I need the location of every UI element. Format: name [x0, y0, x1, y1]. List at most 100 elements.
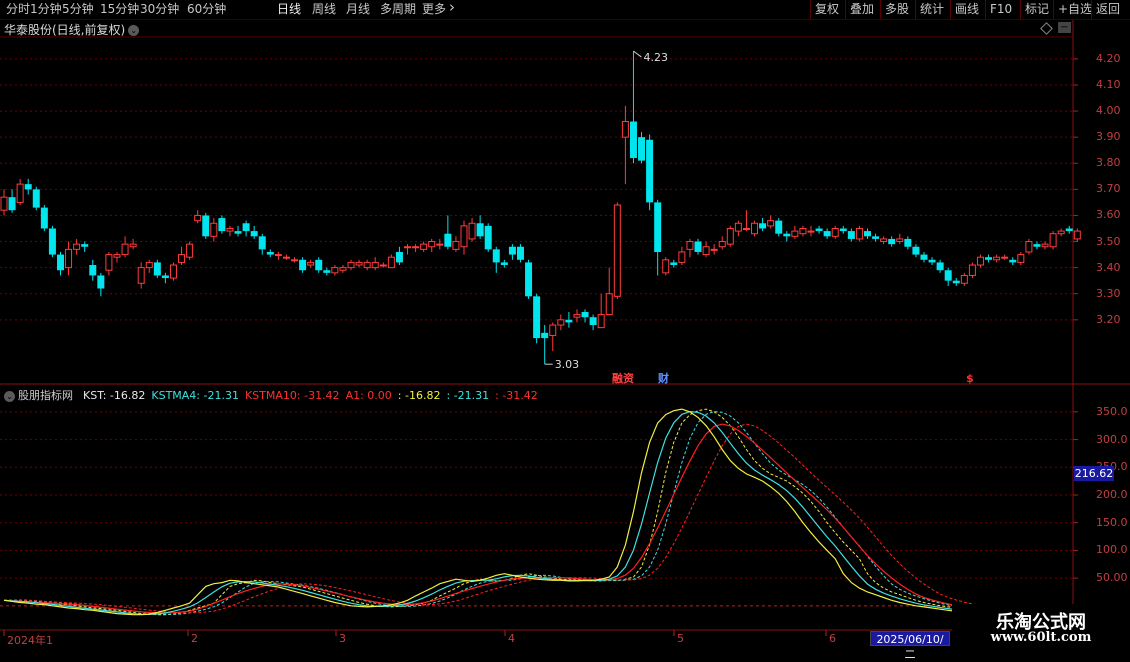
chart-frame	[0, 20, 1130, 650]
candle	[791, 225, 799, 239]
candle	[500, 259, 508, 268]
candle	[872, 233, 880, 242]
candle	[541, 325, 549, 365]
candle	[783, 231, 791, 242]
candle-body	[323, 270, 331, 273]
price-axis-label: 3.90	[1096, 130, 1121, 144]
candle-body	[896, 238, 904, 243]
candle-body	[161, 275, 169, 279]
candles	[0, 51, 1081, 365]
candle-body	[299, 259, 307, 271]
event-marker: 融资	[612, 371, 634, 385]
candle-body	[97, 275, 105, 289]
candle	[855, 225, 863, 242]
candle-body	[1057, 230, 1065, 235]
candle-body	[968, 264, 976, 276]
candle-body	[468, 222, 476, 240]
candle	[702, 241, 710, 258]
indicator-value: : -31.42	[495, 389, 538, 402]
candle	[339, 265, 347, 273]
candle	[1009, 257, 1017, 266]
watermark: 乐淘公式网 www.60lt.com	[952, 604, 1130, 650]
candle-body	[621, 121, 629, 138]
candle	[629, 51, 637, 164]
candle	[751, 220, 759, 237]
candle	[880, 236, 888, 245]
candle-body	[404, 246, 411, 249]
candle	[48, 225, 56, 258]
candle	[1001, 254, 1009, 260]
candle	[896, 233, 904, 245]
candle-body	[638, 137, 646, 161]
candle	[742, 210, 750, 232]
price-axis-label: 3.20	[1096, 312, 1121, 326]
candle-body	[985, 257, 993, 260]
candle	[662, 257, 670, 276]
candle	[307, 259, 315, 268]
price-axis-label: 3.30	[1096, 286, 1121, 300]
candle	[145, 259, 153, 273]
indicator-value: A1: 0.00	[345, 389, 392, 402]
candle	[863, 228, 871, 239]
candle-body	[145, 261, 153, 269]
kline-chart: 4.23 3.03 融资 财 $	[0, 20, 1130, 650]
candle	[726, 225, 734, 247]
candle-body	[791, 230, 799, 237]
candle	[266, 249, 274, 258]
candle-body	[412, 246, 420, 249]
candle	[0, 189, 8, 216]
candle-body	[525, 262, 533, 297]
candle	[847, 228, 855, 242]
candle	[371, 257, 379, 271]
candle	[888, 236, 896, 247]
candle	[460, 220, 468, 255]
candle-body	[1009, 259, 1017, 263]
indicator-value-badge: 216.62	[1074, 466, 1114, 481]
candle	[210, 218, 218, 242]
candle	[299, 257, 307, 273]
candle-body	[307, 261, 315, 266]
candle	[775, 218, 783, 237]
candle-body	[508, 246, 516, 255]
candle	[56, 251, 64, 276]
candle-body	[178, 254, 186, 263]
indicator-menu-icon[interactable]: ⌄	[4, 390, 15, 402]
candle-body	[121, 243, 129, 256]
candle	[202, 212, 210, 239]
candle	[129, 238, 137, 250]
candle-body	[646, 139, 654, 203]
candle	[137, 262, 145, 289]
candle-body	[0, 196, 8, 211]
candle-body	[670, 262, 678, 266]
candle	[258, 233, 266, 255]
candle	[404, 244, 411, 255]
candle	[654, 199, 662, 276]
candle-body	[274, 254, 282, 257]
candle-body	[726, 227, 734, 245]
candle	[533, 293, 541, 344]
candle-body	[815, 228, 823, 232]
event-marker: $	[966, 372, 974, 385]
candle	[315, 257, 323, 273]
kstma4-dashed-line	[4, 411, 1013, 615]
candle-body	[186, 243, 194, 258]
x-axis-label: 5	[677, 632, 684, 645]
candle-body	[1041, 243, 1049, 248]
candle-body	[839, 228, 847, 232]
candle	[638, 131, 646, 164]
indicator-axis-label: 50.00	[1096, 571, 1128, 585]
candle	[993, 254, 1001, 263]
candle-body	[492, 249, 500, 263]
candle	[24, 178, 32, 195]
candle	[169, 262, 177, 281]
indicator-value: : -21.31	[446, 389, 490, 402]
candle-body	[557, 319, 565, 326]
candle	[710, 244, 718, 255]
candle	[1033, 241, 1041, 250]
candle	[839, 225, 847, 234]
price-axis-label: 4.00	[1096, 104, 1121, 118]
candle-body	[210, 222, 218, 237]
candle	[1057, 228, 1065, 237]
candle-body	[250, 231, 258, 237]
candle	[799, 225, 807, 237]
